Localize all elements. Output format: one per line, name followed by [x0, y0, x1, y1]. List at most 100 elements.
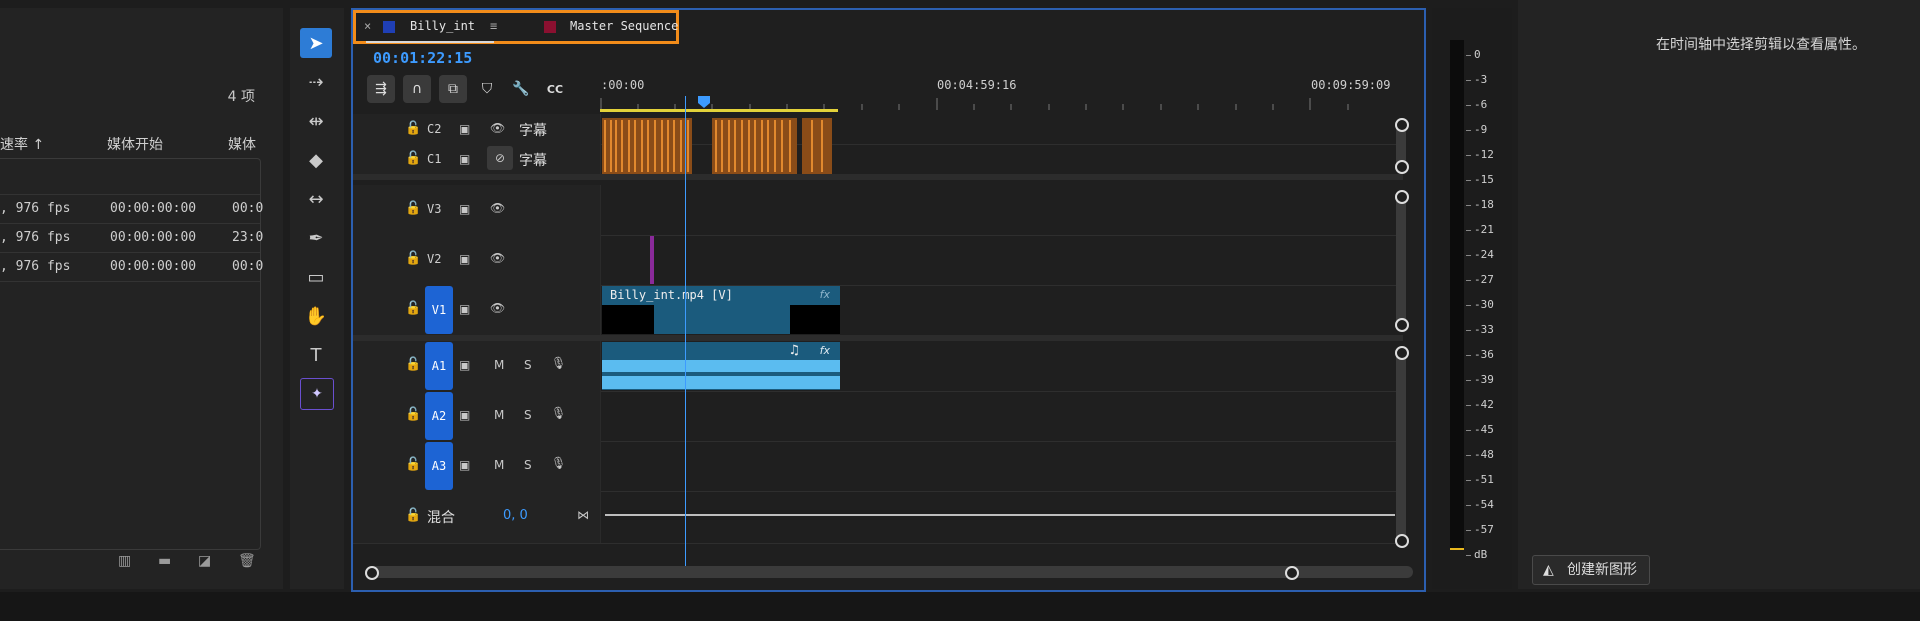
eye-icon[interactable]: 👁	[490, 121, 505, 135]
tab-billy-int[interactable]: Billy_int	[410, 19, 475, 33]
film-icon[interactable]: ▣	[459, 458, 470, 472]
lock-icon[interactable]: 🔓	[405, 201, 421, 216]
solo-button[interactable]: S	[524, 458, 532, 472]
zoom-handle-left[interactable]	[365, 566, 379, 580]
mute-button[interactable]: M	[494, 358, 504, 372]
film-icon[interactable]: ▣	[459, 408, 470, 422]
track-target-a2[interactable]: A2	[425, 392, 453, 440]
selection-tool-icon[interactable]: ➤	[300, 28, 332, 58]
film-icon[interactable]: ▣	[459, 122, 470, 136]
film-icon[interactable]: ▣	[459, 302, 470, 316]
microphone-icon[interactable]: 🎙	[551, 356, 566, 370]
track-v3[interactable]: 🔓 V3 ▣ 👁	[353, 185, 1403, 236]
video-track-scrollbar[interactable]	[1396, 194, 1406, 326]
rectangle-tool-icon[interactable]: ▭	[300, 262, 332, 292]
eye-hidden-icon[interactable]: ⊘	[487, 146, 513, 170]
film-icon[interactable]: ▣	[459, 252, 470, 266]
mute-button[interactable]: M	[494, 458, 504, 472]
list-view-icon[interactable]: ▥	[118, 553, 131, 569]
scroll-handle[interactable]	[1395, 160, 1409, 174]
track-c1[interactable]: 🔓 C1 ▣ ⊘ 字幕	[353, 144, 1403, 175]
tab-menu-icon[interactable]: ≡	[490, 19, 497, 33]
track-mix[interactable]: 🔓 混合 0, 0 ⋈	[353, 491, 1403, 544]
scroll-handle[interactable]	[1395, 118, 1409, 132]
lock-icon[interactable]: 🔓	[405, 357, 421, 372]
column-header-media[interactable]: 媒体	[228, 134, 256, 154]
trash-icon[interactable]: 🗑	[238, 553, 256, 569]
fx-badge[interactable]: fx	[820, 344, 830, 357]
solo-button[interactable]: S	[524, 358, 532, 372]
lock-icon[interactable]: 🔓	[405, 251, 421, 266]
settings-wrench-icon[interactable]: 🔧	[507, 75, 535, 103]
track-v2[interactable]: 🔓 V2 ▣ 👁	[353, 235, 1403, 286]
generative-tool-icon[interactable]: ✦	[300, 378, 334, 410]
column-header-rate[interactable]: 速率 ↑	[0, 134, 44, 154]
track-v1[interactable]: 🔓 V1 ▣ 👁 Billy_int.mp4 [V] fx	[353, 285, 1403, 336]
eye-icon[interactable]: 👁	[490, 201, 505, 215]
lock-icon[interactable]: 🔓	[405, 457, 421, 472]
track-divider[interactable]	[353, 174, 1403, 180]
mix-volume-line[interactable]	[605, 514, 1395, 516]
slip-tool-icon[interactable]: ↔	[300, 184, 332, 214]
new-bin-icon[interactable]: ▬	[158, 553, 171, 569]
lock-icon[interactable]: 🔓	[405, 151, 421, 166]
ripple-edit-tool-icon[interactable]: ⇹	[300, 106, 332, 136]
film-icon[interactable]: ▣	[459, 152, 470, 166]
close-icon[interactable]: ×	[364, 19, 371, 33]
video-clip[interactable]: Billy_int.mp4 [V] fx	[602, 286, 840, 334]
playhead-timecode[interactable]: 00:01:22:15	[373, 49, 472, 67]
film-icon[interactable]: ▣	[459, 358, 470, 372]
new-item-icon[interactable]: ◪	[198, 553, 211, 569]
lock-icon[interactable]: 🔓	[405, 407, 421, 422]
microphone-icon[interactable]: 🎙	[551, 406, 566, 420]
type-tool-icon[interactable]: T	[300, 340, 332, 370]
playhead-line[interactable]	[684, 96, 686, 572]
microphone-icon[interactable]: 🎙	[551, 456, 566, 470]
lock-icon[interactable]: 🔓	[405, 508, 421, 523]
lock-icon[interactable]: 🔓	[405, 121, 421, 136]
razor-tool-icon[interactable]: ◆	[300, 145, 332, 175]
table-row[interactable]: , 976 fps 00:00:00:00 00:0	[0, 252, 263, 282]
pan-bowtie-icon[interactable]: ⋈	[577, 508, 589, 522]
captions-icon[interactable]: CC	[541, 75, 569, 103]
linked-selection-icon[interactable]: ⧉	[439, 75, 467, 103]
horizontal-zoom-scrollbar[interactable]	[371, 566, 1413, 578]
snap-icon[interactable]: ∩	[403, 75, 431, 103]
eye-icon[interactable]: 👁	[490, 251, 505, 265]
track-target-v1[interactable]: V1	[425, 286, 453, 334]
graphic-clip[interactable]	[650, 236, 654, 284]
track-select-tool-icon[interactable]: ⇢	[300, 67, 332, 97]
lock-icon[interactable]: 🔓	[405, 301, 421, 316]
audio-track-scrollbar[interactable]	[1396, 350, 1406, 546]
nest-toggle-icon[interactable]: ⇶	[367, 75, 395, 103]
table-row[interactable]: , 976 fps 00:00:00:00 00:0	[0, 194, 263, 223]
mute-button[interactable]: M	[494, 408, 504, 422]
scroll-handle[interactable]	[1395, 318, 1409, 332]
tab-master-sequence[interactable]: Master Sequence	[570, 19, 678, 33]
track-c2[interactable]: 🔓 C2 ▣ 👁 字幕	[353, 114, 1403, 145]
track-a2[interactable]: 🔓 A2 ▣ M S 🎙	[353, 391, 1403, 442]
hand-tool-icon[interactable]: ✋	[300, 301, 332, 331]
add-marker-icon[interactable]: ⛉	[473, 75, 501, 103]
pen-tool-icon[interactable]: ✒	[300, 223, 332, 253]
scroll-handle[interactable]	[1395, 346, 1409, 360]
audio-clip[interactable]: ♫ fx	[602, 342, 840, 390]
caption-clips[interactable]	[602, 114, 842, 174]
zoom-handle-right[interactable]	[1285, 566, 1299, 580]
mix-pan-value[interactable]: 0, 0	[503, 508, 528, 523]
solo-button[interactable]: S	[524, 408, 532, 422]
scroll-handle[interactable]	[1395, 190, 1409, 204]
table-row[interactable]: , 976 fps 00:00:00:00 23:0	[0, 223, 263, 252]
film-icon[interactable]: ▣	[459, 202, 470, 216]
eye-icon[interactable]: 👁	[490, 301, 505, 315]
new-graphic-button[interactable]: ◭ 创建新图形	[1532, 555, 1650, 585]
track-target-a1[interactable]: A1	[425, 342, 453, 390]
track-a1[interactable]: 🔓 A1 ▣ M S 🎙 ♫ fx	[353, 341, 1403, 392]
scroll-handle[interactable]	[1395, 534, 1409, 548]
fx-badge[interactable]: fx	[820, 288, 830, 301]
column-header-media-start[interactable]: 媒体开始	[107, 134, 163, 154]
track-target-a3[interactable]: A3	[425, 442, 453, 490]
track-a3[interactable]: 🔓 A3 ▣ M S 🎙	[353, 441, 1403, 492]
time-ruler[interactable]	[600, 96, 1390, 112]
mix-track-name: 混合	[427, 510, 455, 526]
